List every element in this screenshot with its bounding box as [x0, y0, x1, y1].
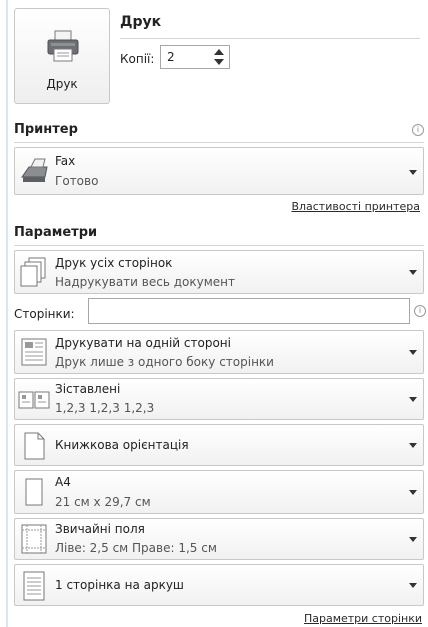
- divider: [14, 142, 424, 143]
- collation-label: Зіставлені: [55, 382, 121, 396]
- portrait-icon: [24, 432, 45, 460]
- pages-per-sheet-label: 1 сторінка на аркуш: [55, 578, 184, 592]
- sides-label: Друкувати на одній стороні: [55, 336, 231, 350]
- chevron-down-icon: [409, 397, 417, 402]
- settings-section-title: Параметри: [14, 225, 98, 240]
- chevron-down-icon: [409, 583, 417, 588]
- pages-input[interactable]: [88, 298, 410, 324]
- paper-size-dropdown[interactable]: A4 21 см x 29,7 см: [14, 470, 424, 514]
- printer-dropdown[interactable]: Fax Готово: [14, 147, 424, 195]
- print-range-desc: Надрукувати весь документ: [55, 275, 235, 289]
- left-border: [6, 0, 8, 627]
- printer-icon: [47, 30, 79, 62]
- divider: [120, 38, 420, 39]
- chevron-down-icon: [409, 443, 417, 448]
- copies-value[interactable]: 2: [167, 50, 175, 64]
- chevron-down-icon: [409, 270, 417, 275]
- margins-dropdown[interactable]: Звичайні поля Ліве: 2,5 см Праве: 1,5 см: [14, 518, 424, 560]
- print-button[interactable]: Друк: [14, 8, 110, 104]
- chevron-down-icon: [409, 537, 417, 542]
- spin-arrows-icon[interactable]: [212, 47, 226, 67]
- orientation-label: Книжкова орієнтація: [55, 438, 189, 452]
- divider: [14, 245, 424, 246]
- pages-icon: [20, 257, 46, 287]
- collation-dropdown[interactable]: Зіставлені 1,2,3 1,2,3 1,2,3: [14, 378, 424, 420]
- pages-label: Сторінки:: [14, 307, 75, 321]
- print-title: Друк: [120, 14, 162, 30]
- paper-size-icon: [25, 478, 43, 506]
- print-button-label: Друк: [46, 77, 78, 91]
- sides-dropdown[interactable]: Друкувати на одній стороні Друк лише з о…: [14, 330, 424, 374]
- pages-per-sheet-dropdown[interactable]: 1 сторінка на аркуш: [14, 564, 424, 606]
- fax-printer-icon: [21, 158, 48, 182]
- print-range-label: Друк усіх сторінок: [55, 256, 173, 270]
- collated-icon: [18, 391, 50, 409]
- collation-desc: 1,2,3 1,2,3 1,2,3: [55, 401, 155, 415]
- orientation-dropdown[interactable]: Книжкова орієнтація: [14, 424, 424, 466]
- page-setup-link[interactable]: Параметри сторінки: [304, 612, 422, 625]
- chevron-down-icon: [409, 490, 417, 495]
- margins-label: Звичайні поля: [55, 522, 145, 536]
- chevron-down-icon: [409, 350, 417, 355]
- chevron-down-icon: [409, 170, 417, 175]
- copies-label: Копії:: [120, 52, 155, 66]
- margins-icon: [21, 524, 47, 554]
- info-icon[interactable]: i: [412, 124, 424, 136]
- printer-properties-link[interactable]: Властивості принтера: [291, 200, 420, 213]
- margins-desc: Ліве: 2,5 см Праве: 1,5 см: [55, 541, 217, 555]
- info-icon[interactable]: i: [414, 305, 426, 317]
- printer-section-title: Принтер: [14, 122, 78, 137]
- printer-status: Готово: [55, 174, 99, 188]
- one-sided-icon: [21, 338, 47, 366]
- paper-size-desc: 21 см x 29,7 см: [55, 495, 151, 509]
- pages-per-sheet-icon: [23, 571, 45, 601]
- print-range-dropdown[interactable]: Друк усіх сторінок Надрукувати весь доку…: [14, 250, 424, 294]
- printer-name: Fax: [55, 154, 76, 168]
- paper-size-label: A4: [55, 475, 71, 489]
- sides-desc: Друк лише з одного боку сторінки: [55, 355, 274, 369]
- copies-spinner[interactable]: 2: [160, 45, 230, 69]
